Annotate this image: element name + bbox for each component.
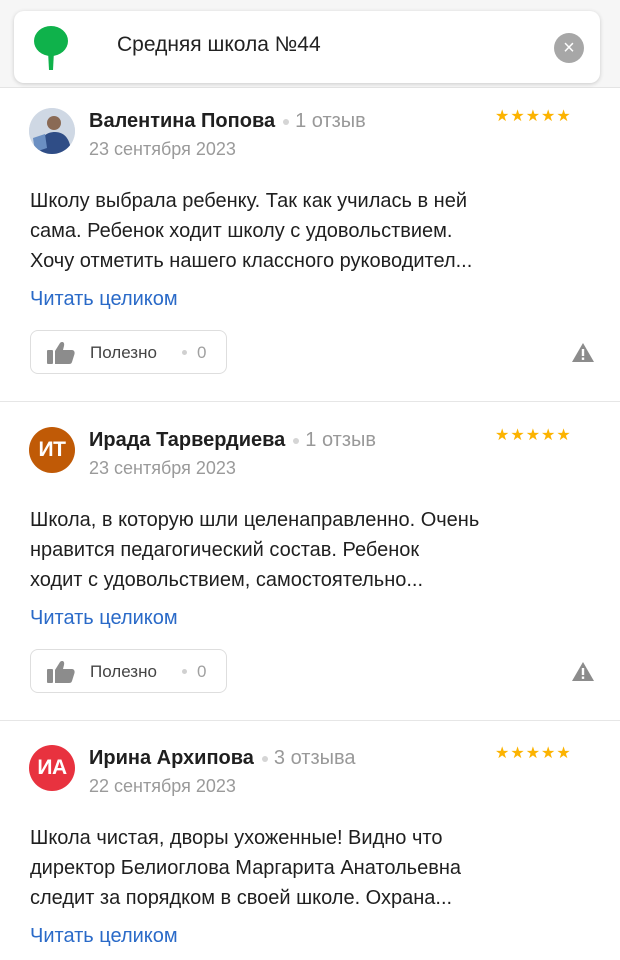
divider	[0, 401, 620, 402]
thumbs-up-icon	[47, 342, 75, 364]
separator-dot	[293, 437, 300, 444]
useful-count: 0	[197, 662, 207, 681]
author-name[interactable]: Ирина Архипова	[89, 747, 254, 769]
author-reviews-count: 3 отзыва	[273, 747, 356, 769]
avatar[interactable]: ИТ	[29, 427, 75, 473]
separator-dot	[261, 755, 268, 762]
useful-label: Полезно	[90, 662, 157, 681]
review-text-line: Школа, в которую шли целенаправленно. Оч…	[30, 509, 480, 531]
review-text-line: сама. Ребенок ходит школу с удовольствие…	[30, 220, 453, 242]
author-line: Валентина Попова 1 отзыв	[89, 110, 366, 133]
read-more-link[interactable]: Читать целиком	[30, 288, 178, 311]
report-warning-icon[interactable]	[571, 342, 595, 363]
author-line: Ирина Архипова 3 отзыва	[89, 747, 356, 770]
divider	[0, 720, 620, 721]
avatar-initials: ИА	[37, 756, 67, 779]
review-text: Школу выбрала ребенку. Так как училась в…	[30, 186, 590, 276]
review-text: Школа чистая, дворы ухоженные! Видно что…	[30, 823, 590, 913]
rating-stars: ★★★★★	[495, 745, 572, 762]
top-bar: Средняя школа №44 ×	[0, 0, 620, 88]
review-text-line: Школу выбрала ребенку. Так как училась в…	[30, 190, 468, 212]
search-box[interactable]: Средняя школа №44 ×	[14, 11, 600, 83]
separator-dot	[182, 669, 187, 674]
avatar-initials: ИТ	[38, 438, 66, 461]
separator-dot	[283, 118, 290, 125]
read-more-link[interactable]: Читать целиком	[30, 607, 178, 630]
review-text-line: директор Белиоглова Маргарита Анатольевн…	[30, 857, 462, 879]
rating-stars: ★★★★★	[495, 427, 572, 444]
review-date: 23 сентября 2023	[89, 458, 236, 478]
review-text-line: Школа чистая, дворы ухоженные! Видно что	[30, 827, 443, 849]
author-line: Ирада Тарвердиева 1 отзыв	[89, 429, 376, 452]
separator-dot	[182, 350, 187, 355]
search-query[interactable]: Средняя школа №44	[117, 33, 321, 57]
tree-logo-icon	[34, 26, 68, 70]
review-text-line: ходит с удовольствием, самостоятельно...	[30, 569, 424, 591]
user-photo-icon	[29, 108, 75, 154]
rating-stars: ★★★★★	[495, 108, 572, 125]
close-icon: ×	[563, 37, 575, 59]
thumbs-up-icon	[47, 661, 75, 683]
author-name[interactable]: Валентина Попова	[89, 110, 275, 132]
author-reviews-count: 1 отзыв	[305, 429, 376, 451]
useful-button[interactable]: Полезно 0	[30, 330, 227, 374]
author-reviews-count: 1 отзыв	[295, 110, 366, 132]
review-text: Школа, в которую шли целенаправленно. Оч…	[30, 505, 590, 595]
read-more-link[interactable]: Читать целиком	[30, 925, 178, 948]
clear-search-button[interactable]: ×	[554, 33, 584, 63]
useful-button[interactable]: Полезно 0	[30, 649, 227, 693]
report-warning-icon[interactable]	[571, 661, 595, 682]
useful-label: Полезно	[90, 343, 157, 362]
review-text-line: нравится педагогический состав. Ребенок	[30, 539, 420, 561]
review-date: 22 сентября 2023	[89, 776, 236, 796]
review-text-line: следит за порядком в своей школе. Охрана…	[30, 887, 453, 909]
avatar[interactable]: ИА	[29, 745, 75, 791]
review-text-line: Хочу отметить нашего классного руководит…	[30, 250, 473, 272]
avatar[interactable]	[29, 108, 75, 154]
author-name[interactable]: Ирада Тарвердиева	[89, 429, 285, 451]
review-date: 23 сентября 2023	[89, 139, 236, 159]
useful-count: 0	[197, 343, 207, 362]
